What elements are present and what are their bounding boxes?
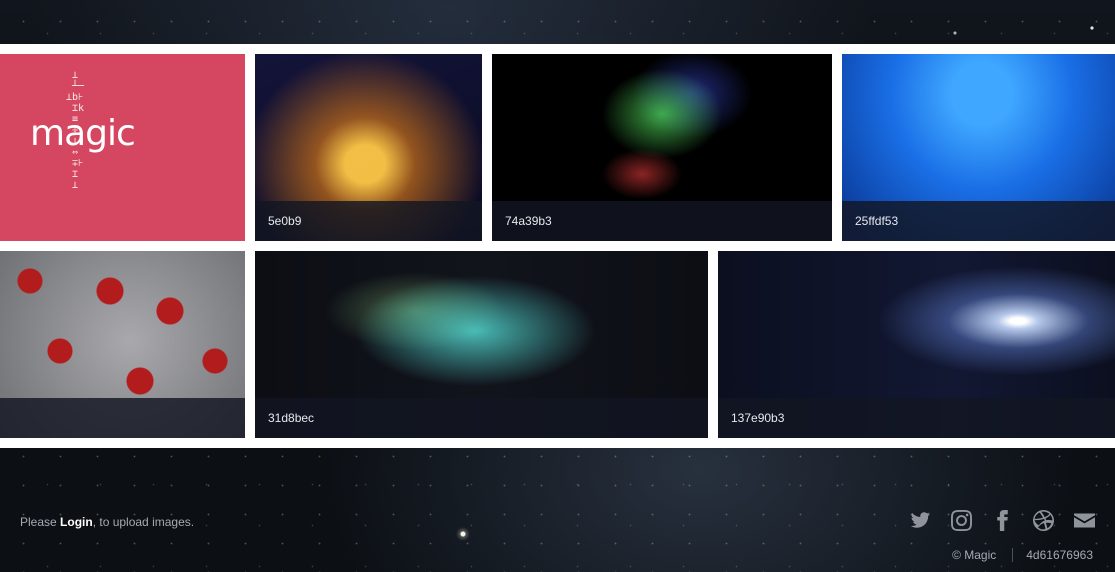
login-prefix: Please bbox=[20, 515, 61, 529]
gallery-tile[interactable]: 74a39b3 bbox=[492, 54, 832, 241]
gallery-tile[interactable]: 31d8bec bbox=[255, 251, 708, 438]
image-gallery: ⊥ ┴─ ⊥b⊦ ⌶k ≡ ÷ ⊥ ⇔ ∓⊦ ⌶ ⊥ magic 5e0b9 7… bbox=[0, 44, 1115, 448]
header-band bbox=[0, 0, 1115, 44]
facebook-icon[interactable] bbox=[992, 510, 1013, 531]
logo-tile[interactable]: ⊥ ┴─ ⊥b⊦ ⌶k ≡ ÷ ⊥ ⇔ ∓⊦ ⌶ ⊥ magic bbox=[0, 54, 245, 241]
site-hash: 4d61676963 bbox=[1026, 548, 1093, 562]
magic-logo: magic bbox=[30, 113, 136, 154]
tile-caption: 31d8bec bbox=[255, 398, 708, 438]
login-prompt: Please Login, to upload images. bbox=[20, 515, 194, 529]
footer-divider bbox=[1012, 548, 1014, 562]
copyright-text: © Magic bbox=[952, 548, 997, 562]
gallery-tile[interactable]: 137e90b3 bbox=[718, 251, 1115, 438]
tile-caption bbox=[0, 398, 245, 438]
twitter-icon[interactable] bbox=[910, 510, 931, 531]
gallery-tile[interactable]: 5e0b9 bbox=[255, 54, 482, 241]
gallery-tile[interactable] bbox=[0, 251, 245, 438]
gallery-tile[interactable]: 25ffdf53 bbox=[842, 54, 1115, 241]
login-link[interactable]: Login bbox=[60, 515, 93, 529]
tile-caption: 74a39b3 bbox=[492, 201, 832, 241]
login-suffix: , to upload images. bbox=[92, 515, 195, 529]
dribbble-icon[interactable] bbox=[1033, 510, 1054, 531]
social-links bbox=[910, 510, 1095, 531]
footer-meta: © Magic 4d61676963 bbox=[952, 548, 1093, 562]
tile-caption: 5e0b9 bbox=[255, 201, 482, 241]
instagram-icon[interactable] bbox=[951, 510, 972, 531]
tile-caption: 25ffdf53 bbox=[842, 201, 1115, 241]
envelope-icon[interactable] bbox=[1074, 510, 1095, 531]
tile-caption: 137e90b3 bbox=[718, 398, 1115, 438]
